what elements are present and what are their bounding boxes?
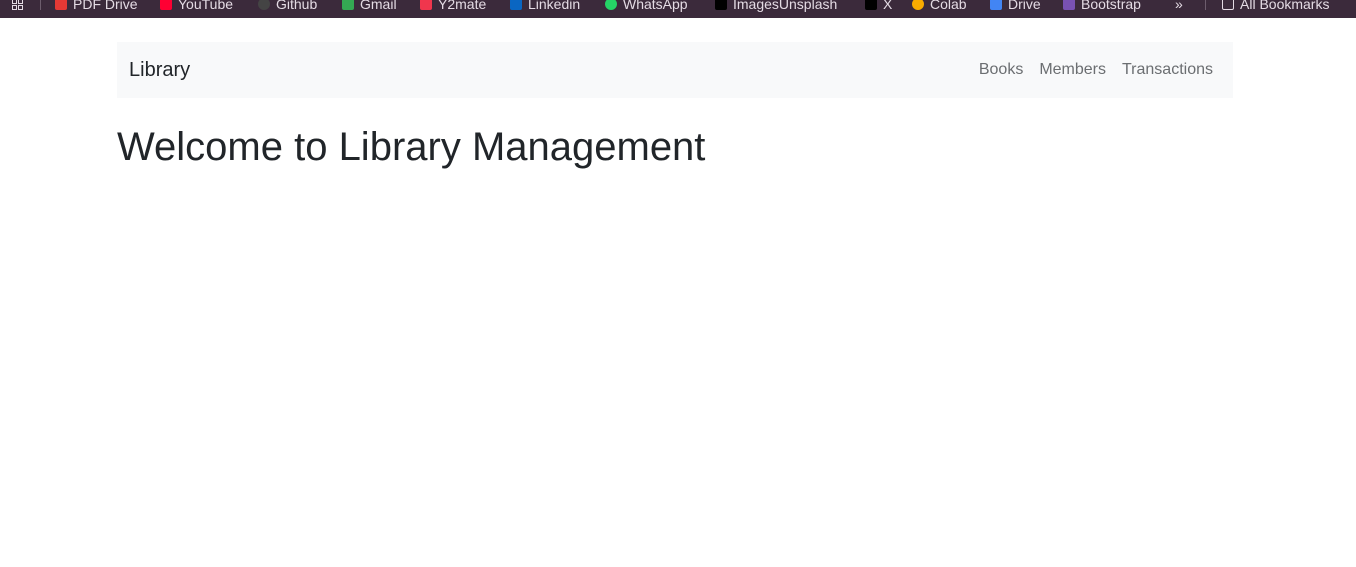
bookmark-drive[interactable]: Drive [990, 0, 1041, 14]
bookmark-label: PDF Drive [73, 0, 138, 12]
navbar-brand[interactable]: Library [129, 58, 190, 82]
bookmark-label: Colab [930, 0, 967, 12]
bookmark-whatsapp[interactable]: WhatsApp [605, 0, 688, 14]
colab-icon [912, 0, 924, 10]
bookmark-label: X [883, 0, 893, 12]
bookmark-linkedin[interactable]: Linkedin [510, 0, 580, 14]
bookmark-bootstrap[interactable]: Bootstrap [1063, 0, 1141, 14]
drive-icon [990, 0, 1002, 10]
whatsapp-icon [605, 0, 617, 10]
bookmarks-bar: PDF Drive YouTube Github Gmail Y2mate Li… [0, 0, 1356, 18]
bookmark-label: Github [276, 0, 318, 12]
github-icon [258, 0, 270, 10]
pdf-drive-icon [55, 0, 67, 10]
chevron-double-right-icon: » [1175, 0, 1183, 12]
nav-link-transactions[interactable]: Transactions [1122, 60, 1213, 80]
y2mate-icon [420, 0, 432, 10]
bookmark-label: YouTube [178, 0, 234, 12]
bootstrap-icon [1063, 0, 1075, 10]
youtube-icon [160, 0, 172, 10]
bookmarks-overflow-button[interactable]: » [1175, 0, 1183, 14]
bookmark-pdf-drive[interactable]: PDF Drive [55, 0, 138, 14]
bookmark-y2mate[interactable]: Y2mate [420, 0, 486, 14]
nav-link-books[interactable]: Books [979, 60, 1023, 80]
bookmark-label: Y2mate [438, 0, 487, 12]
bookmark-label: Drive [1008, 0, 1041, 12]
folder-icon [1222, 0, 1234, 10]
bookmark-github[interactable]: Github [258, 0, 317, 14]
nav-link-members[interactable]: Members [1039, 60, 1106, 80]
bookmark-label: Linkedin [528, 0, 581, 12]
all-bookmarks-label: All Bookmarks [1240, 0, 1330, 12]
unsplash-icon [715, 0, 727, 10]
nav-links: Books Members Transactions [979, 60, 1213, 80]
bookmark-gmail[interactable]: Gmail [342, 0, 397, 14]
linkedin-icon [510, 0, 522, 10]
apps-grid-icon[interactable] [12, 0, 23, 10]
bookmark-youtube[interactable]: YouTube [160, 0, 233, 14]
bookmark-label: ImagesUnsplash [733, 0, 838, 12]
bookmark-label: WhatsApp [623, 0, 688, 12]
bookmarks-separator [40, 0, 41, 10]
page-title: Welcome to Library Management [117, 125, 706, 169]
bookmark-x[interactable]: X [865, 0, 892, 14]
bookmark-colab[interactable]: Colab [912, 0, 967, 14]
all-bookmarks-button[interactable]: All Bookmarks [1222, 0, 1329, 14]
bookmark-label: Bootstrap [1081, 0, 1141, 12]
navbar: Library Books Members Transactions [117, 42, 1233, 98]
x-icon [865, 0, 877, 10]
bookmark-images-unsplash[interactable]: ImagesUnsplash [715, 0, 837, 14]
gmail-icon [342, 0, 354, 10]
bookmark-label: Gmail [360, 0, 397, 12]
bookmarks-separator [1205, 0, 1206, 10]
